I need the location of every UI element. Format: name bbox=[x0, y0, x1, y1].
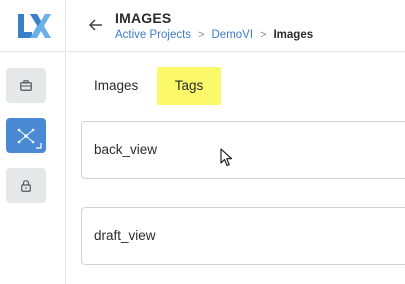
mouse-cursor-icon bbox=[220, 148, 233, 167]
briefcase-icon bbox=[20, 80, 32, 91]
network-icon bbox=[17, 128, 35, 143]
breadcrumb: Active Projects > DemoVI > Images bbox=[115, 29, 313, 41]
tag-name: back_view bbox=[94, 142, 158, 157]
lx-logo-icon bbox=[18, 13, 51, 38]
tag-card-draft-view[interactable]: draft_view bbox=[81, 207, 405, 265]
breadcrumb-current: Images bbox=[273, 29, 314, 41]
sidebar-item-network[interactable] bbox=[6, 118, 46, 153]
breadcrumb-project[interactable]: DemoVI bbox=[212, 29, 254, 41]
lock-icon bbox=[21, 179, 31, 192]
tag-card-back-view[interactable]: back_view bbox=[81, 121, 405, 179]
breadcrumb-active-projects[interactable]: Active Projects bbox=[115, 29, 191, 41]
tag-name: draft_view bbox=[94, 228, 156, 243]
chevron-right-icon: > bbox=[198, 29, 205, 41]
app-logo[interactable] bbox=[0, 0, 66, 52]
sidebar-item-security[interactable] bbox=[6, 168, 46, 203]
tab-tags[interactable]: Tags bbox=[157, 67, 221, 105]
sidebar bbox=[0, 0, 66, 284]
tab-images[interactable]: Images bbox=[81, 67, 153, 105]
page-header: IMAGES Active Projects > DemoVI > Images bbox=[67, 0, 405, 52]
page-title: IMAGES bbox=[115, 10, 172, 26]
corner-indicator-icon bbox=[36, 143, 42, 149]
back-arrow-icon[interactable] bbox=[88, 17, 104, 33]
sidebar-item-projects[interactable] bbox=[6, 68, 46, 103]
chevron-right-icon: > bbox=[260, 29, 267, 41]
